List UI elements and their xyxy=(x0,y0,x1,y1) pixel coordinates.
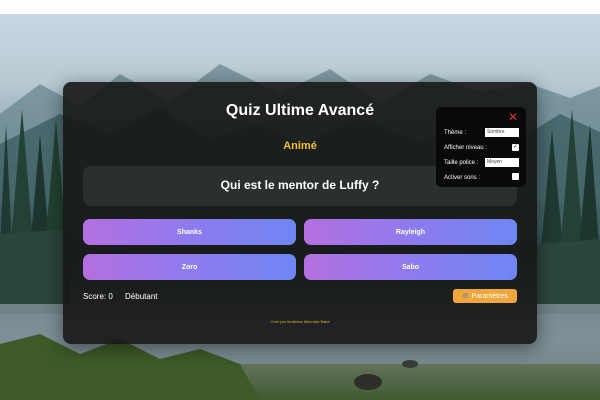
font-size-label: Taille police : xyxy=(444,160,479,166)
close-icon[interactable]: ✕ xyxy=(508,111,518,123)
score-row: Score: 0 Débutant xyxy=(83,292,168,301)
sounds-checkbox[interactable] xyxy=(512,173,519,180)
score-text: Score: 0 xyxy=(83,292,113,301)
answer-button-sabo[interactable]: Sabo xyxy=(304,254,517,280)
credit-text: Créé par Ibrahima Mbemba Bakè xyxy=(270,319,330,324)
gear-icon: ⚙ xyxy=(462,293,469,300)
settings-button-label: Paramètres xyxy=(471,292,508,300)
settings-button[interactable]: ⚙ Paramètres xyxy=(453,289,517,303)
theme-select[interactable]: Sombre xyxy=(485,128,519,137)
level-text: Débutant xyxy=(125,292,158,301)
theme-label: Thème : xyxy=(444,130,467,136)
show-level-label: Afficher niveau : xyxy=(444,145,487,151)
show-level-checkbox[interactable]: ✓ xyxy=(512,144,519,151)
sounds-label: Activer sons : xyxy=(444,175,481,181)
answer-button-shanks[interactable]: Shanks xyxy=(83,219,296,245)
answer-button-zoro[interactable]: Zoro xyxy=(83,254,296,280)
answer-button-rayleigh[interactable]: Rayleigh xyxy=(304,219,517,245)
settings-panel: ✕ Thème : Sombre Afficher niveau : ✓ Tai… xyxy=(436,107,526,187)
font-size-select[interactable]: Moyen xyxy=(485,158,519,167)
